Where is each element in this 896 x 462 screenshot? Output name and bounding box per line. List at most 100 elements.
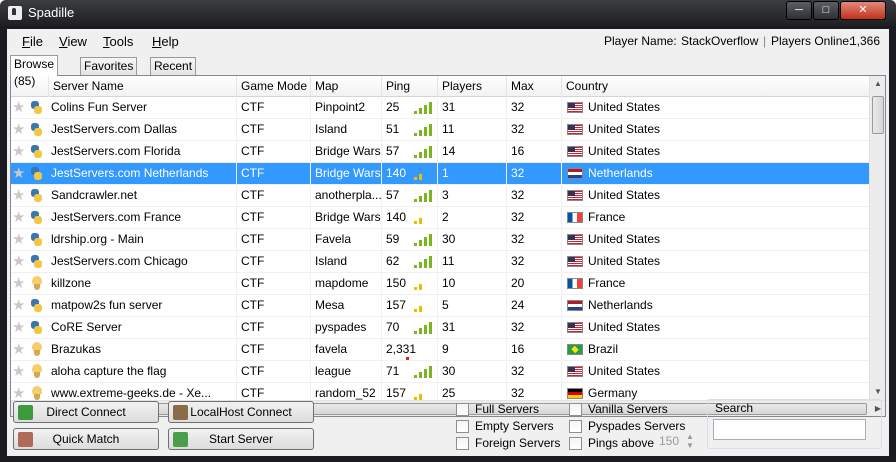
- header-server-name[interactable]: Server Name: [49, 76, 237, 97]
- python-icon: [30, 298, 43, 313]
- ping-value: 51: [386, 122, 400, 136]
- table-row[interactable]: ★ Sandcrawler.net CTF anotherpla... 57 3 32 Uni…: [11, 185, 871, 207]
- favorite-star-icon[interactable]: ★: [12, 386, 25, 401]
- foreign-servers-box[interactable]: [456, 437, 469, 450]
- scroll-down-arrow-icon[interactable]: ▼: [870, 384, 885, 400]
- tab-recent[interactable]: Recent (12): [150, 57, 197, 90]
- menu-file-mnemonic: F: [22, 34, 30, 49]
- table-row[interactable]: ★ aloha capture the flag CTF league 71 30 32 Un…: [11, 361, 871, 383]
- players-cell: 11: [438, 251, 507, 272]
- favorite-star-icon[interactable]: ★: [12, 144, 25, 159]
- minimize-button[interactable]: ─: [786, 1, 812, 20]
- max-cell: 32: [507, 185, 562, 206]
- flag-icon: [567, 388, 583, 399]
- pings-above-box[interactable]: [569, 437, 582, 450]
- table-row[interactable]: ★ JestServers.com France CTF Bridge Wars 140…: [11, 207, 871, 229]
- name-cell: ldrship.org - Main: [49, 229, 237, 250]
- favorite-star-icon[interactable]: ★: [12, 364, 25, 379]
- vertical-scrollbar[interactable]: ▲ ▼: [869, 76, 885, 400]
- table-row[interactable]: ★ matpow2s fun server CTF Mesa 157 5 24 Netherl…: [11, 295, 871, 317]
- menu-help[interactable]: Help: [152, 34, 179, 49]
- full-servers-box[interactable]: [456, 403, 469, 416]
- flag-icon: [567, 212, 583, 223]
- vertical-scroll-thumb[interactable]: [872, 96, 884, 134]
- map-cell: Bridge Wars: [311, 141, 382, 162]
- map-cell: mapdome: [311, 273, 382, 294]
- flag-icon: [567, 322, 583, 333]
- country-name: United States: [588, 232, 661, 246]
- favorite-star-icon[interactable]: ★: [12, 232, 25, 247]
- ping-cell: 25: [382, 97, 438, 118]
- favorite-star-icon[interactable]: ★: [12, 298, 25, 313]
- menu-file[interactable]: File: [22, 34, 43, 49]
- header-players[interactable]: Players: [438, 76, 507, 97]
- flag-icon: [567, 366, 583, 377]
- table-row[interactable]: ★ Colins Fun Server CTF Pinpoint2 25 31 32 Unit…: [11, 97, 871, 119]
- vanilla-servers-box[interactable]: [569, 403, 582, 416]
- table-row[interactable]: ★ killzone CTF mapdome 150 10 20 France: [11, 273, 871, 295]
- players-cell: 5: [438, 295, 507, 316]
- table-row[interactable]: ★ CoRE Server CTF pyspades 70 31 32 United Stat…: [11, 317, 871, 339]
- header-ping[interactable]: Ping: [382, 76, 438, 97]
- favorite-star-icon[interactable]: ★: [12, 210, 25, 225]
- quick-match-label: Quick Match: [52, 432, 120, 446]
- menu-view[interactable]: View: [59, 34, 87, 49]
- spinner-arrows-icon[interactable]: ▲ ▼: [686, 432, 694, 450]
- title-bar[interactable]: Spadille ─ □ ✕: [0, 0, 896, 26]
- map-cell: Island: [311, 119, 382, 140]
- signal-strength-icon: [414, 212, 434, 224]
- start-server-button[interactable]: Start Server: [168, 428, 314, 450]
- signal-strength-icon: [414, 388, 434, 400]
- app-window: Spadille ─ □ ✕ File View Tools Help Play…: [0, 0, 896, 462]
- mode-cell: CTF: [237, 163, 311, 184]
- search-label: Search: [715, 401, 754, 415]
- empty-servers-box[interactable]: [456, 420, 469, 433]
- flag-icon: [567, 300, 583, 311]
- ping-threshold-spinner[interactable]: 150 ▲ ▼: [659, 432, 701, 452]
- menu-tools[interactable]: Tools: [103, 34, 133, 49]
- favorite-star-icon[interactable]: ★: [12, 320, 25, 335]
- player-name[interactable]: StackOverflow: [681, 34, 758, 48]
- favorite-star-icon[interactable]: ★: [12, 122, 25, 137]
- favorite-star-icon[interactable]: ★: [12, 254, 25, 269]
- table-row[interactable]: ★ JestServers.com Netherlands CTF Bridge Wa…: [11, 163, 871, 185]
- pyspades-servers-box[interactable]: [569, 420, 582, 433]
- map-cell: Bridge Wars: [311, 207, 382, 228]
- header-map[interactable]: Map: [311, 76, 382, 97]
- table-row[interactable]: ★ JestServers.com Chicago CTF Island 62 11 32 U…: [11, 251, 871, 273]
- table-row[interactable]: ★ Brazukas CTF favela 2,331 9 16 Brazil: [11, 339, 871, 361]
- pings-above-label: Pings above: [588, 436, 655, 450]
- country-name: United States: [588, 100, 661, 114]
- favorite-star-icon[interactable]: ★: [12, 100, 25, 115]
- menu-help-rest: elp: [161, 34, 179, 49]
- table-row[interactable]: ★ JestServers.com Florida CTF Bridge Wars 57…: [11, 141, 871, 163]
- name-cell: killzone: [49, 273, 237, 294]
- favorite-star-icon[interactable]: ★: [12, 276, 25, 291]
- python-icon: [30, 232, 43, 247]
- ice-cream-icon: [30, 276, 43, 291]
- header-game-mode[interactable]: Game Mode: [237, 76, 311, 97]
- client-area: File View Tools Help Player Name: StackO…: [7, 29, 889, 456]
- header-max[interactable]: Max: [507, 76, 562, 97]
- quick-match-button[interactable]: Quick Match: [13, 428, 159, 450]
- favorite-star-icon[interactable]: ★: [12, 166, 25, 181]
- players-cell: 14: [438, 141, 507, 162]
- menu-bar: File View Tools Help Player Name: StackO…: [7, 29, 889, 55]
- ping-value: 140: [386, 166, 407, 180]
- header-country[interactable]: Country: [562, 76, 871, 97]
- tab-favorites[interactable]: Favorites (9): [80, 57, 138, 90]
- flag-icon: [567, 168, 583, 179]
- scroll-up-arrow-icon[interactable]: ▲: [870, 76, 885, 92]
- localhost-connect-button[interactable]: LocalHost Connect: [168, 401, 314, 423]
- table-row[interactable]: ★ JestServers.com Dallas CTF Island 51 11 32 Un…: [11, 119, 871, 141]
- favorite-star-icon[interactable]: ★: [12, 188, 25, 203]
- direct-connect-button[interactable]: Direct Connect: [13, 401, 159, 423]
- name-cell: Brazukas: [49, 339, 237, 360]
- search-input[interactable]: [713, 419, 866, 440]
- tab-browse[interactable]: Browse (85): [10, 55, 59, 88]
- close-button[interactable]: ✕: [840, 1, 886, 20]
- search-group: Search: [707, 399, 882, 449]
- table-row[interactable]: ★ ldrship.org - Main CTF Favela 59 30 32 United…: [11, 229, 871, 251]
- maximize-button[interactable]: □: [813, 1, 839, 20]
- favorite-star-icon[interactable]: ★: [12, 342, 25, 357]
